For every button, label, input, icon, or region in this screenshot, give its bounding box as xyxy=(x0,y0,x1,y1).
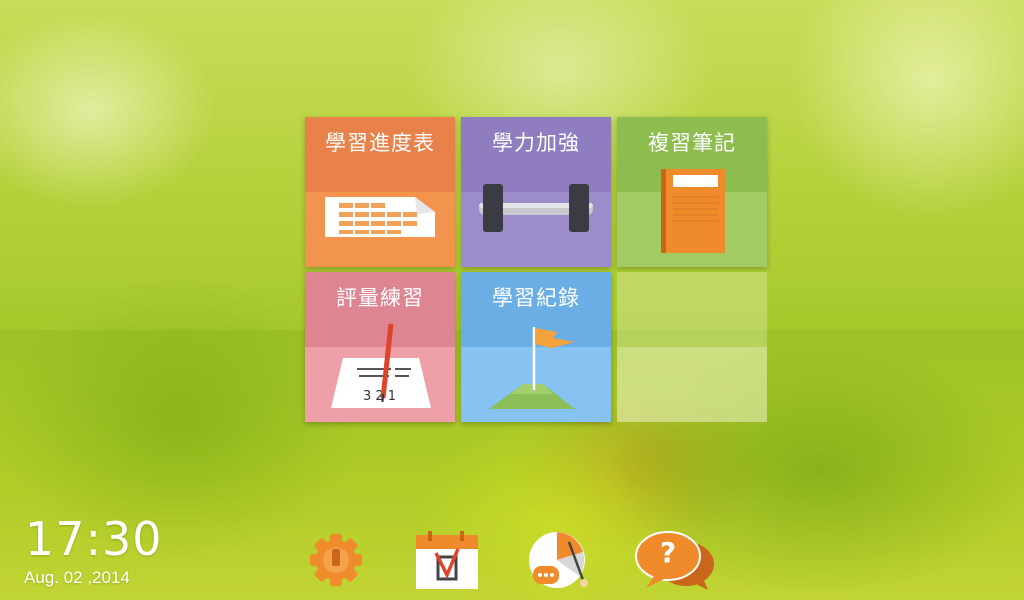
calendar-check-icon xyxy=(416,531,478,589)
tile-label: 學習進度表 xyxy=(325,131,435,155)
tile-label: 評量練習 xyxy=(336,286,424,310)
tile-strengthen[interactable]: 學力加強 xyxy=(461,117,611,267)
tile-progress-table[interactable]: 學習進度表 xyxy=(305,117,455,267)
empty-tile-slot xyxy=(617,272,767,422)
tile-learning-record[interactable]: 學習紀錄 xyxy=(461,272,611,422)
tile-label: 學習紀錄 xyxy=(492,286,580,310)
help-button[interactable]: ? xyxy=(632,528,716,592)
help-symbol: ? xyxy=(659,536,677,569)
tile-assessment[interactable]: 3 2 1 評量練習 xyxy=(305,272,455,422)
tile-label: 學力加強 xyxy=(492,131,580,155)
statistics-button[interactable] xyxy=(527,528,593,592)
settings-button[interactable] xyxy=(305,532,365,588)
tile-review-notes[interactable]: 複習筆記 xyxy=(617,117,767,267)
clock-date: Aug. 02 ,2014 xyxy=(24,568,130,587)
clock-time: 17:30 xyxy=(25,512,163,566)
tile-label: 複習筆記 xyxy=(648,131,736,155)
svg-text:3 2 1: 3 2 1 xyxy=(363,389,396,404)
calendar-button[interactable] xyxy=(414,531,480,591)
gear-icon xyxy=(310,534,362,586)
pie-chart-pointer-icon xyxy=(529,532,588,588)
